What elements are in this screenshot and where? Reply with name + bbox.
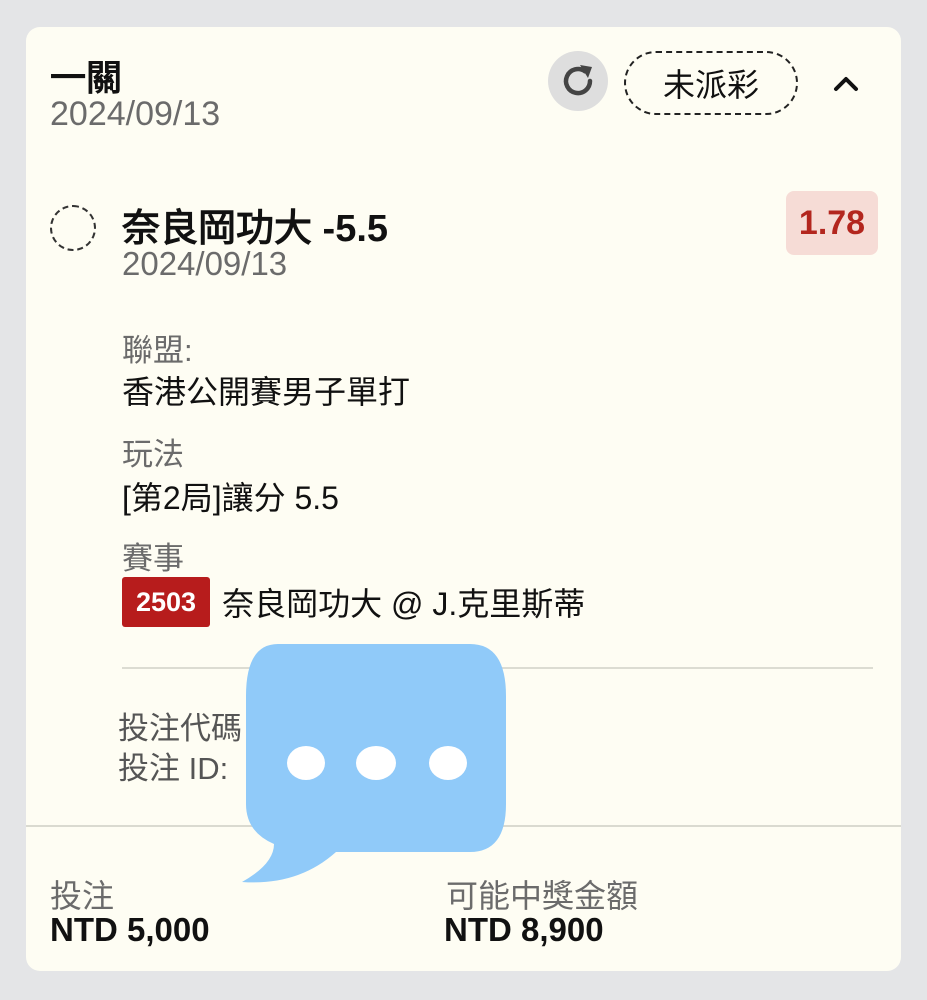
bet-type-title: 一關 xyxy=(50,57,123,98)
refresh-button[interactable] xyxy=(548,51,608,111)
event-matchup: 奈良岡功大 @ J.克里斯蒂 xyxy=(222,586,586,622)
market-label: 玩法 xyxy=(122,437,184,472)
league-value: 香港公開賽男子單打 xyxy=(122,374,411,410)
selection-radio[interactable] xyxy=(50,205,96,251)
stake-value: NTD 5,000 xyxy=(50,911,210,948)
event-row: 2503 奈良岡功大 @ J.克里斯蒂 xyxy=(122,577,585,627)
bet-id-label: 投注 ID: xyxy=(118,751,229,786)
bet-code-label: 投注代碼 xyxy=(118,711,242,746)
chat-bubble-icon xyxy=(242,644,506,883)
odds-badge: 1.78 xyxy=(786,191,878,255)
event-label: 賽事 xyxy=(122,541,184,576)
bet-date: 2024/09/13 xyxy=(50,95,221,133)
chevron-up-icon xyxy=(834,77,858,91)
status-badge: 未派彩 xyxy=(624,51,798,115)
selection-title: 奈良岡功大 -5.5 xyxy=(122,208,389,250)
event-number-badge: 2503 xyxy=(122,577,211,627)
league-label: 聯盟: xyxy=(122,333,193,368)
selection-date: 2024/09/13 xyxy=(122,245,288,282)
payout-value: NTD 8,900 xyxy=(444,911,604,948)
refresh-icon xyxy=(563,65,593,96)
market-value: [第2局]讓分 5.5 xyxy=(122,480,339,516)
collapse-button[interactable] xyxy=(826,63,866,103)
